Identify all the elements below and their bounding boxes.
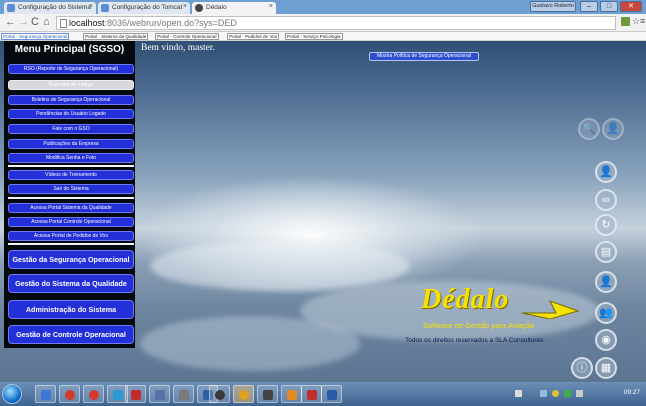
menu-item-boletins[interactable]: Boletins de Segurança Operacional [8,95,134,105]
url-host: localhost [69,18,105,28]
menu-item-publicacoes[interactable]: Publicações da Empresa [8,139,134,149]
taskbar-app-icon[interactable] [257,385,278,403]
tray-icon[interactable] [515,390,522,397]
database-icon[interactable]: ◉ [595,329,617,351]
button-gestao-controle[interactable]: Gestão de Controle Operacional [8,325,134,344]
policy-button[interactable]: Mostra Política de Segurança Operacional [369,52,479,61]
info-icon[interactable]: ⓘ [571,357,593,379]
reload-icon[interactable]: C [31,16,39,28]
bookmark-portal-qualidade[interactable]: Portal - Sistema da Qualidade [83,33,149,40]
logo-credits: Todos os direitos reservados a SLA Consu… [405,337,544,344]
menu-item-sair[interactable]: Sair do Sistema [8,184,134,194]
welcome-text: Bem vindo, master. [141,43,215,53]
document-icon[interactable]: ▤ [595,241,617,263]
page-content: Bem vindo, master. Mostra Política de Se… [0,41,646,382]
clock[interactable]: 09:27 [624,389,640,396]
cloud [150,241,410,291]
taskbar-app-icon[interactable] [125,385,146,403]
menu-icon[interactable]: ≡ [640,16,645,26]
taskbar-app-icon[interactable] [321,385,342,403]
volume-icon[interactable] [576,390,583,397]
address-bar[interactable]: localhost:8036/webrun/open.do?sys=DED [56,16,616,30]
menu-item-videos[interactable]: Vídeos de Treinamento [8,170,134,180]
button-gestao-qualidade[interactable]: Gestão do Sistema da Qualidade [8,274,134,293]
page-icon [60,19,67,28]
dedalo-logo: Dédalo [421,284,510,315]
menu-item-portal-pedidos[interactable]: Acessa Portal de Pedidos de Voo [8,231,134,241]
back-arrow-icon[interactable]: ← [5,16,16,28]
sidebar-menu: Menu Principal (SGSO) RSO (Reporte de Se… [4,41,135,348]
user-icon[interactable]: 👤 [595,161,617,183]
menu-item-portal-controle[interactable]: Acessa Portal Controle Operacional [8,217,134,227]
extension-icon[interactable] [621,17,630,26]
divider [8,197,134,199]
user-icon[interactable]: 👤 [602,118,624,140]
taskbar-app-icon[interactable] [149,385,170,403]
taskbar-app-icon[interactable] [209,385,230,403]
menu-item-portal-qualidade[interactable]: Acessa Portal Sistema da Qualidade [8,203,134,213]
page-icon [101,4,109,12]
browser-tab-bar: Configuração do Sistema × Configuração d… [0,0,646,14]
bookmark-portal-seguranca[interactable]: Portal - Segurança Operacional [1,33,70,40]
bookmark-portal-psicologia[interactable]: Portal - Serviço Psicologia [285,33,343,40]
logo-subtitle: Software de Gestão para Aviação [423,321,535,330]
bookmarks-bar: Portal - Segurança Operacional Portal - … [0,32,646,41]
taskbar-app-icon[interactable] [35,385,56,403]
button-gestao-seguranca[interactable]: Gestão da Segurança Operacional [8,250,134,269]
logo-arrow-icon [521,300,580,319]
menu-item-pendencias[interactable]: Pendências do Usuário Logado [8,109,134,119]
taskbar-app-icon[interactable] [83,385,104,403]
tray-icon[interactable] [540,390,547,397]
browser-tab-active[interactable]: Dédalo × [192,2,276,14]
tray-icon[interactable] [552,390,559,397]
divider [8,243,134,245]
start-button[interactable] [2,384,22,404]
home-icon[interactable]: ⌂ [43,16,50,28]
cloud [140,316,360,371]
page-icon [195,4,203,12]
bookmark-portal-pedidos[interactable]: Portal - Pedidos de Voo [227,33,280,40]
tab-label: Dédalo [206,4,227,11]
browser-toolbar: ← → C ⌂ localhost:8036/webrun/open.do?sy… [0,14,646,32]
taskbar-app-icon[interactable] [281,385,302,403]
user-add-icon[interactable]: 👤 [595,271,617,293]
menu-item-modifica-senha[interactable]: Modifica Senha e Foto [8,153,134,163]
maximize-button[interactable]: □ [600,1,618,12]
bookmark-star-icon[interactable]: ☆ [632,16,640,27]
infinity-icon[interactable]: ∞ [595,189,617,211]
minimize-button[interactable]: – [580,1,598,12]
users-icon[interactable]: 👥 [595,302,617,324]
refresh-icon[interactable]: ↻ [595,214,617,236]
tab-label: Configuração do Sistema [18,4,91,11]
forward-arrow-icon[interactable]: → [18,16,29,28]
menu-item-fadiga[interactable]: Reportes de Fadiga [8,80,134,90]
os-taskbar: 09:27 [0,382,646,406]
tray-icon[interactable] [564,390,571,397]
menu-item-fale-gso[interactable]: Fale com o GSO [8,124,134,134]
close-tab-icon[interactable]: × [269,3,273,10]
divider [8,165,134,167]
taskbar-app-icon[interactable] [59,385,80,403]
page-icon [7,4,15,12]
system-tray [515,389,625,399]
browser-tab[interactable]: Configuração do Tomcat × [98,2,190,14]
menu-item-rso[interactable]: RSO (Reporte de Segurança Operacional) [8,64,134,74]
bookmark-portal-controle[interactable]: Portal - Controle Operacional [155,33,219,40]
report-icon[interactable]: ▦ [595,357,617,379]
url-path: :8036/webrun/open.do?sys=DED [104,18,237,28]
taskbar-chrome-icon[interactable] [233,385,254,403]
window-controls: Gustavo Roberto – □ ✕ [530,1,642,12]
user-badge[interactable]: Gustavo Roberto [530,1,576,12]
menu-title: Menu Principal (SGSO) [14,44,125,55]
button-administracao[interactable]: Administração do Sistema [8,300,134,319]
tab-label: Configuração do Tomcat [112,4,183,11]
close-window-button[interactable]: ✕ [620,1,642,12]
browser-tab[interactable]: Configuração do Sistema × [4,2,96,14]
search-icon[interactable]: 🔍 [578,118,600,140]
taskbar-app-icon[interactable] [173,385,194,403]
taskbar-app-icon[interactable] [301,385,322,403]
close-tab-icon[interactable]: × [183,3,187,10]
close-tab-icon[interactable]: × [89,3,93,10]
